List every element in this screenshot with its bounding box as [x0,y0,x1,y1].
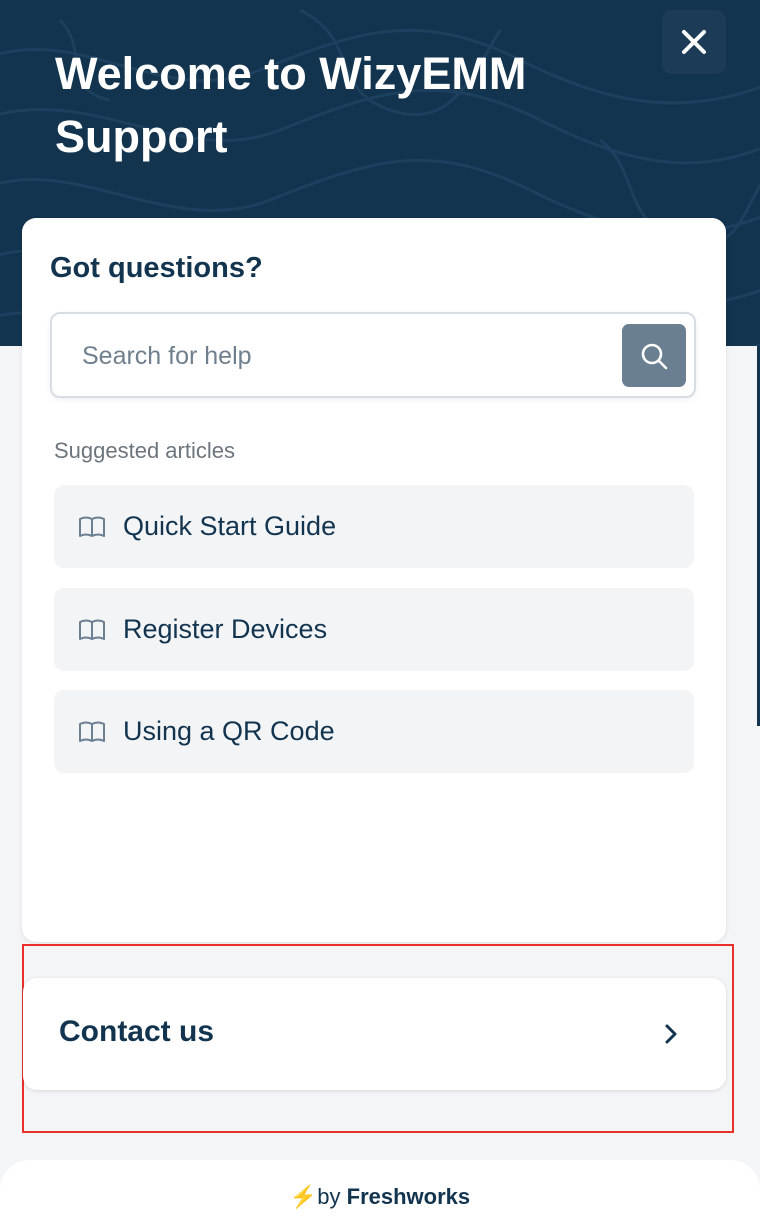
book-icon [79,516,105,537]
freshworks-link[interactable]: Freshworks [347,1184,471,1209]
suggested-articles-label: Suggested articles [54,438,235,463]
article-quick-start-guide[interactable]: Quick Start Guide [54,485,694,568]
close-button[interactable] [662,10,726,74]
contact-us-button[interactable]: Contact us [23,978,726,1090]
article-label: Using a QR Code [123,716,335,746]
article-label: Register Devices [123,614,328,644]
footer: ⚡by Freshworks [0,1160,760,1224]
powered-by: ⚡by Freshworks [0,1184,760,1210]
chevron-right-icon [665,1024,677,1044]
book-icon [79,619,105,640]
bolt-icon: ⚡ [289,1184,318,1209]
footer-by: by [317,1184,341,1209]
article-using-a-qr-code[interactable]: Using a QR Code [54,690,694,773]
help-card: Got questions? Suggested articles Quick … [22,218,726,942]
search-icon [641,343,668,369]
search-input[interactable] [80,336,604,376]
article-label: Quick Start Guide [123,511,337,541]
search-button[interactable] [622,324,686,387]
card-title: Got questions? [50,252,263,284]
contact-us-label: Contact us [59,1015,215,1048]
close-icon [682,30,706,54]
search-box [50,312,696,398]
page-title: Welcome to WizyEMM Support [55,48,527,162]
book-icon [79,721,105,742]
article-register-devices[interactable]: Register Devices [54,588,694,671]
